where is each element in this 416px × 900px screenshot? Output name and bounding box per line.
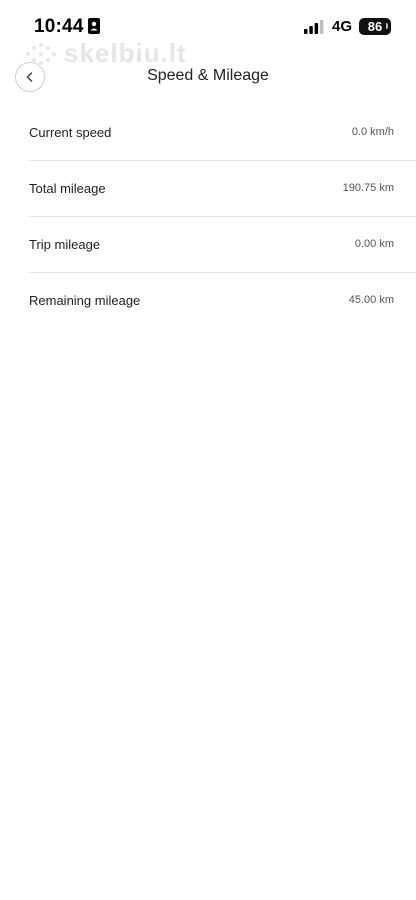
row-label: Remaining mileage [29, 293, 141, 308]
list-item-remaining-mileage: Remaining mileage 45.00 km [29, 273, 416, 328]
page-header: Speed & Mileage [0, 56, 416, 100]
page-title: Speed & Mileage [147, 67, 269, 84]
row-value: 190.75 km [342, 182, 394, 194]
network-type: 4G [332, 18, 353, 35]
status-time: 10:44 [34, 16, 84, 37]
row-value: 0.00 km [354, 238, 394, 250]
list-item-trip-mileage: Trip mileage 0.00 km [29, 217, 416, 273]
row-value: 0.0 km/h [351, 126, 394, 138]
row-value: 45.00 km [348, 294, 394, 306]
contact-card-icon [88, 18, 100, 34]
list-item-current-speed: Current speed 0.0 km/h [29, 105, 416, 161]
row-label: Total mileage [29, 181, 106, 196]
row-label: Trip mileage [29, 237, 101, 252]
cellular-signal-icon [304, 20, 324, 34]
mileage-list: Current speed 0.0 km/h Total mileage 190… [29, 105, 416, 328]
list-item-total-mileage: Total mileage 190.75 km [29, 161, 416, 217]
row-label: Current speed [29, 125, 112, 140]
